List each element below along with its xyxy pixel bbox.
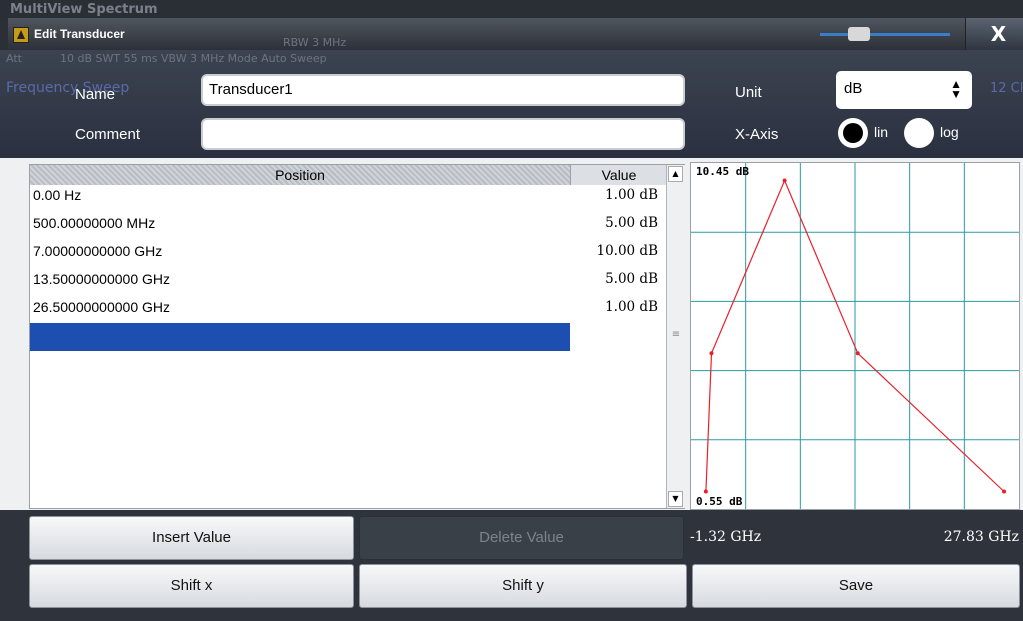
data-point — [855, 351, 860, 356]
background-title: MultiView Spectrum — [10, 2, 158, 17]
close-button[interactable]: X — [965, 18, 1023, 51]
transducer-chart: 10.45 dB 0.55 dB — [690, 162, 1020, 510]
select-arrows-icon: ▲ ▼ — [950, 77, 962, 101]
table-row[interactable]: 26.50000000000 GHz 1.00 dB — [30, 295, 666, 323]
y-max-label: 10.45 dB — [696, 165, 749, 178]
background-header: MultiView Spectrum — [0, 0, 1023, 18]
column-header-value[interactable]: Value — [570, 165, 667, 185]
data-point — [703, 489, 708, 494]
xaxis-lin-radio[interactable] — [838, 118, 868, 148]
comment-label: Comment — [75, 126, 141, 143]
xaxis-label: X-Axis — [735, 126, 779, 143]
position-cell: 7.00000000000 GHz — [33, 243, 163, 259]
data-point — [782, 178, 787, 183]
position-cell: 13.50000000000 GHz — [33, 271, 170, 287]
background-params-text: 10 dB SWT 55 ms VBW 3 MHz Mode Auto Swee… — [60, 52, 327, 65]
position-cell: 500.00000000 MHz — [33, 215, 156, 231]
name-input[interactable]: Transducer1 — [201, 74, 685, 106]
transparency-slider-thumb[interactable] — [848, 27, 870, 41]
data-point — [709, 351, 714, 356]
shift-y-button[interactable]: Shift y — [359, 564, 687, 608]
unit-select[interactable]: dB ▲ ▼ — [836, 71, 972, 109]
transducer-table[interactable]: Position Value 0.00 Hz 1.00 dB 500.00000… — [29, 164, 685, 509]
table-row[interactable]: 13.50000000000 GHz 5.00 dB — [30, 267, 666, 295]
dialog-header-area: Att 10 dB SWT 55 ms VBW 3 MHz Mode Auto … — [0, 50, 1023, 158]
scroll-down-icon[interactable]: ▼ — [668, 491, 683, 507]
value-cell: 5.00 dB — [605, 271, 658, 287]
scroll-up-icon[interactable]: ▲ — [668, 166, 683, 182]
background-att: Att — [6, 52, 22, 65]
transparency-slider-track[interactable] — [820, 33, 950, 36]
data-point — [1002, 489, 1007, 494]
value-cell: 5.00 dB — [605, 215, 658, 231]
delete-value-button[interactable]: Delete Value — [359, 516, 684, 560]
table-row[interactable]: 7.00000000000 GHz 10.00 dB — [30, 239, 666, 267]
unit-label: Unit — [735, 84, 762, 101]
app-icon — [13, 27, 29, 43]
position-cell: 0.00 Hz — [33, 187, 82, 203]
scroll-grip-icon[interactable]: ≡ — [670, 330, 682, 340]
window-title: Edit Transducer — [34, 27, 125, 41]
shift-x-button[interactable]: Shift x — [29, 564, 354, 608]
value-cell: 1.00 dB — [605, 187, 658, 203]
position-cell: 26.50000000000 GHz — [33, 299, 170, 315]
table-row[interactable]: 500.00000000 MHz 5.00 dB — [30, 211, 666, 239]
background-right-clip: 12 Cl — [990, 81, 1023, 96]
title-bar: Edit Transducer RBW 3 MHz X — [8, 18, 1023, 51]
unit-select-value: dB — [844, 80, 863, 97]
chart-plot — [691, 163, 1019, 509]
x-max-label: 27.83 GHz — [943, 529, 1019, 545]
save-button[interactable]: Save — [692, 564, 1020, 608]
insert-value-button[interactable]: Insert Value — [29, 516, 354, 560]
x-min-label: -1.32 GHz — [690, 529, 762, 545]
rbw-readout: RBW 3 MHz — [283, 36, 347, 49]
edit-transducer-dialog: Att 10 dB SWT 55 ms VBW 3 MHz Mode Auto … — [0, 50, 1023, 621]
table-scrollbar[interactable]: ▲ ≡ ▼ — [666, 165, 685, 508]
xaxis-lin-label: lin — [874, 124, 889, 140]
comment-input[interactable] — [201, 118, 685, 150]
xaxis-log-radio[interactable] — [904, 118, 934, 148]
xaxis-log-label: log — [940, 124, 959, 140]
value-cell: 10.00 dB — [596, 243, 658, 259]
table-row[interactable]: 0.00 Hz 1.00 dB — [30, 183, 666, 211]
name-label: Name — [75, 86, 116, 103]
y-min-label: 0.55 dB — [696, 495, 743, 508]
column-header-position[interactable]: Position — [30, 165, 570, 185]
table-header: Position Value — [30, 165, 667, 185]
value-cell: 1.00 dB — [605, 299, 658, 315]
selected-empty-row[interactable] — [30, 323, 570, 351]
